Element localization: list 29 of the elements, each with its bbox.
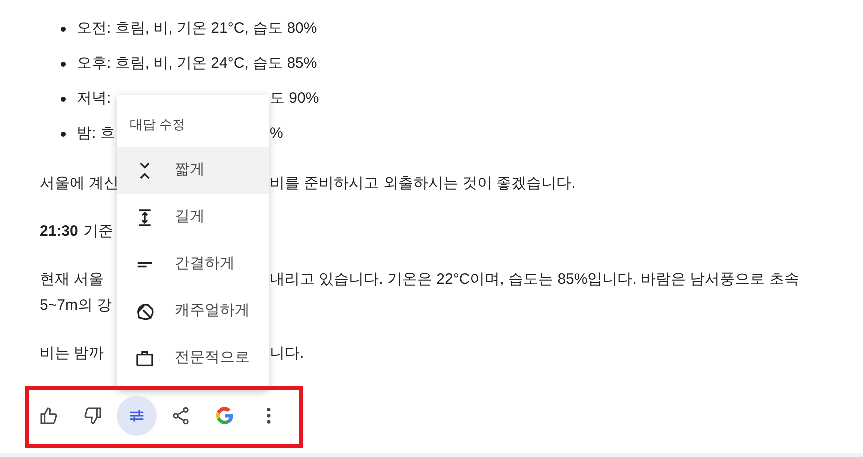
share-icon	[171, 406, 191, 426]
menu-item[interactable]: 간결하게	[117, 241, 269, 288]
menu-item[interactable]: 길게	[117, 194, 269, 241]
paragraph-text: 5~7m의 강	[40, 296, 112, 316]
short-lines-icon	[137, 262, 153, 268]
menu-item[interactable]: 전문적으로	[117, 335, 269, 382]
paragraph-text: 내리고 있습니다. 기온은 22°C이며, 습도는 85%입니다. 바람은 남서풍으로 초속	[270, 270, 800, 290]
list-item-text: 밤: 흐	[77, 124, 116, 144]
list-item-text: 오후: 흐림, 비, 기온 24°C, 습도 85%	[77, 54, 318, 74]
paragraph-text: 서울에 계신	[40, 174, 120, 194]
paragraph-text: 비는 밤까	[40, 344, 104, 364]
menu-title: 대답 수정	[129, 116, 187, 134]
list-item-text: 도 90%	[270, 89, 320, 109]
menu-item[interactable]: 짧게	[117, 147, 269, 194]
paragraph-text: 니다.	[270, 344, 304, 364]
list-item-text: %	[270, 124, 284, 144]
list-item-text: 저녁:	[77, 89, 112, 109]
paragraph-text: 비를 준비하시고 외출하시는 것이 좋겠습니다.	[270, 174, 576, 194]
more-icon	[267, 408, 271, 424]
toolbar-button[interactable]	[117, 396, 157, 436]
paragraph-text: 기준	[83, 222, 114, 242]
thumbs-down-icon	[83, 406, 103, 426]
thumbs-up-icon	[39, 406, 59, 426]
time-text: 21:30	[40, 222, 78, 242]
briefcase-icon	[135, 348, 155, 368]
paragraph-text: 현재 서울	[40, 270, 104, 290]
menu-item[interactable]: 캐주얼하게	[117, 288, 269, 335]
list-item-text: 오전: 흐림, 비, 기온 21°C, 습도 80%	[77, 19, 318, 39]
google-logo-icon	[215, 406, 235, 426]
